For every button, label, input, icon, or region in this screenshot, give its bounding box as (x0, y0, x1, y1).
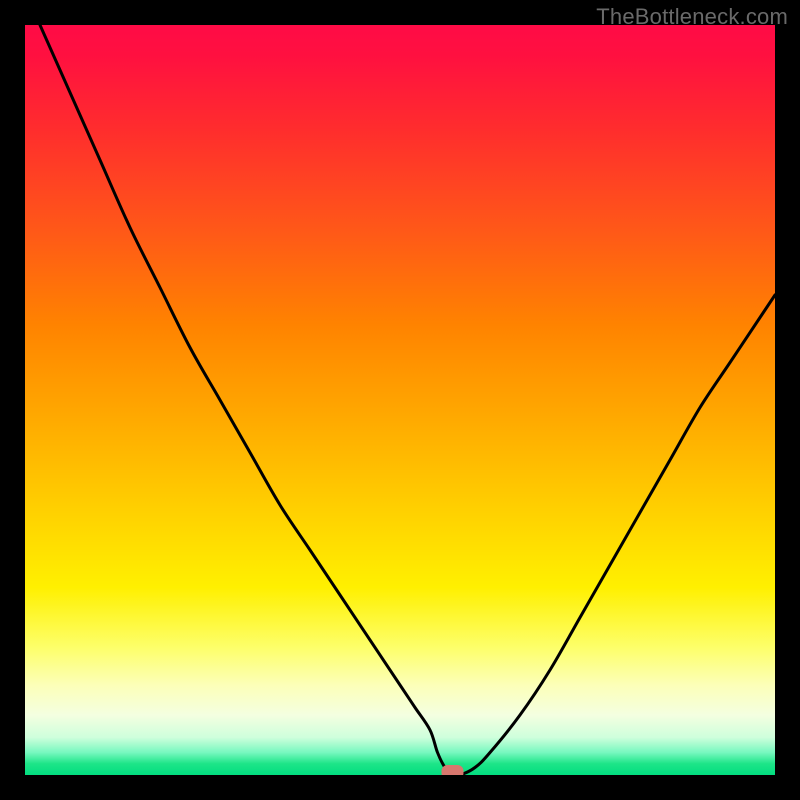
minimum-marker (442, 765, 464, 775)
bottleneck-curve (40, 25, 775, 775)
curve-svg (25, 25, 775, 775)
chart-frame: TheBottleneck.com (0, 0, 800, 800)
plot-area (25, 25, 775, 775)
